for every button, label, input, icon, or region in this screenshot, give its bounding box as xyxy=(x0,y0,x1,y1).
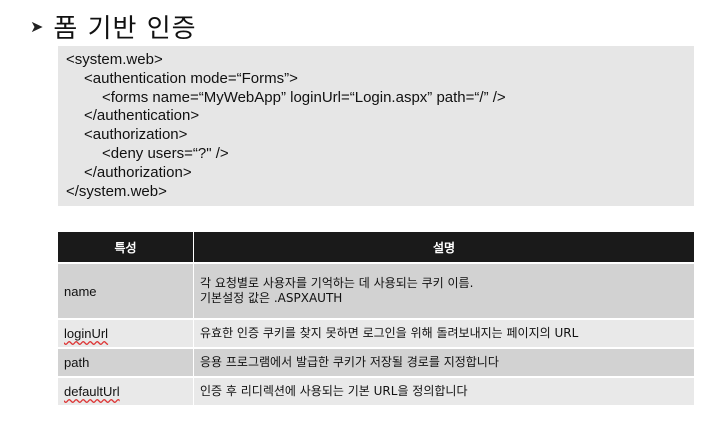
code-line: <authentication mode=“Forms”> xyxy=(84,69,298,87)
table-header-row: 특성 설명 xyxy=(58,232,694,264)
description-line: 각 요청별로 사용자를 기억하는 데 사용되는 쿠키 이름. xyxy=(200,276,474,290)
code-line: </system.web> xyxy=(66,182,167,200)
header-description: 설명 xyxy=(194,232,694,264)
description-line: 유효한 인증 쿠키를 찾지 못하면 로그인을 위해 돌려보내지는 페이지의 UR… xyxy=(200,326,579,340)
attribute-name: name xyxy=(58,264,194,320)
spellcheck-underlined-text: defaultUrl xyxy=(64,384,120,399)
description-line: 인증 후 리디렉션에 사용되는 기본 URL을 정의합니다 xyxy=(200,384,468,398)
attribute-table: 특성 설명 name 각 요청별로 사용자를 기억하는 데 사용되는 쿠키 이름… xyxy=(58,232,694,407)
description-line: 기본설정 값은 .ASPXAUTH xyxy=(200,291,343,305)
table-row: loginUrl 유효한 인증 쿠키를 찾지 못하면 로그인을 위해 돌려보내지… xyxy=(58,320,694,349)
code-snippet: <system.web> <authentication mode=“Forms… xyxy=(58,46,694,206)
attribute-description: 인증 후 리디렉션에 사용되는 기본 URL을 정의합니다 xyxy=(194,378,694,407)
description-line: 응용 프로그램에서 발급한 쿠키가 저장될 경로를 지정합니다 xyxy=(200,355,499,369)
attribute-description: 유효한 인증 쿠키를 찾지 못하면 로그인을 위해 돌려보내지는 페이지의 UR… xyxy=(194,320,694,349)
code-line: <authorization> xyxy=(84,126,188,144)
code-line: <forms name=“MyWebApp” loginUrl=“Login.a… xyxy=(102,88,506,106)
table-row: name 각 요청별로 사용자를 기억하는 데 사용되는 쿠키 이름. 기본설정… xyxy=(58,264,694,320)
arrow-bullet-icon: ➤ xyxy=(30,17,44,36)
attribute-description: 응용 프로그램에서 발급한 쿠키가 저장될 경로를 지정합니다 xyxy=(194,349,694,378)
attribute-name: defaultUrl xyxy=(58,378,194,407)
spellcheck-underlined-text: loginUrl xyxy=(64,326,109,341)
table-row: path 응용 프로그램에서 발급한 쿠키가 저장될 경로를 지정합니다 xyxy=(58,349,694,378)
slide-title: 폼 기반 인증 xyxy=(53,14,197,44)
slide-title-row: ➤ 폼 기반 인증 xyxy=(30,8,197,45)
code-line: <deny users=“?" /> xyxy=(102,144,229,162)
code-line: </authentication> xyxy=(84,107,200,125)
attribute-name: path xyxy=(58,349,194,378)
attribute-description: 각 요청별로 사용자를 기억하는 데 사용되는 쿠키 이름. 기본설정 값은 .… xyxy=(194,264,694,320)
table-row: defaultUrl 인증 후 리디렉션에 사용되는 기본 URL을 정의합니다 xyxy=(58,378,694,407)
code-line: <system.web> xyxy=(66,51,163,68)
attribute-name: loginUrl xyxy=(58,320,194,349)
header-attribute: 특성 xyxy=(58,232,194,264)
code-line: </authorization> xyxy=(84,163,192,181)
